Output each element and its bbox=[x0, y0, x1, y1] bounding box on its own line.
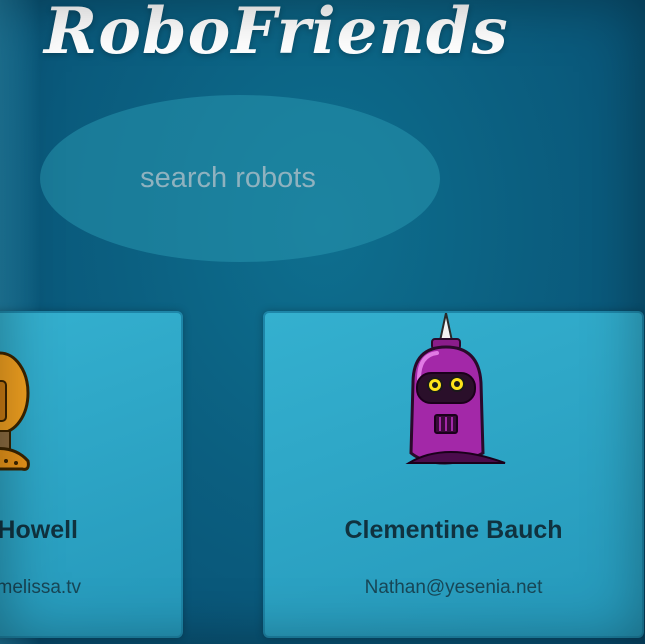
purple-robot-icon bbox=[405, 313, 506, 465]
app-title: RoboFriends bbox=[44, 0, 509, 69]
card-email: melissa.tv bbox=[0, 577, 81, 598]
orange-robot-icon bbox=[0, 351, 30, 471]
robot-card[interactable]: Howell melissa.tv bbox=[0, 311, 183, 638]
card-name: Howell bbox=[0, 516, 78, 544]
robot-card[interactable]: Clementine Bauch Nathan@yesenia.net bbox=[263, 311, 644, 638]
card-email: Nathan@yesenia.net bbox=[364, 577, 543, 598]
search-input[interactable] bbox=[40, 95, 440, 262]
card-name: Clementine Bauch bbox=[344, 516, 563, 544]
